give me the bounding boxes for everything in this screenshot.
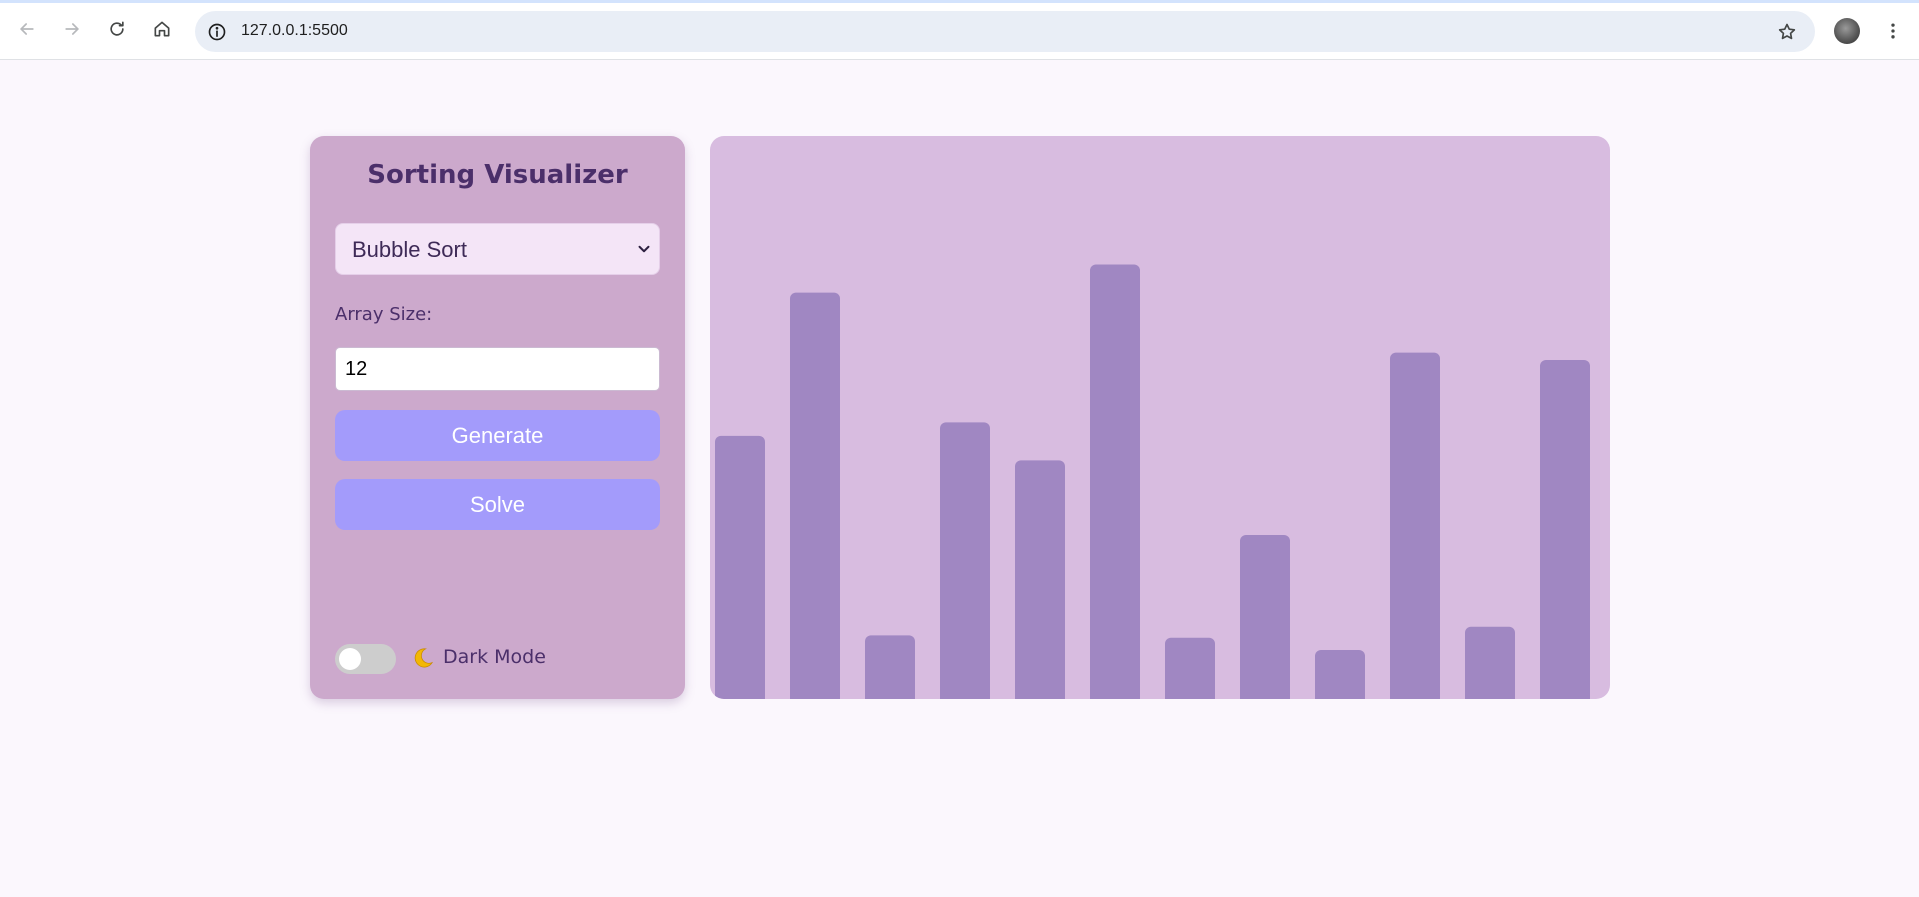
array-bar-4: [940, 422, 990, 699]
array-bar-5: [1015, 460, 1065, 699]
array-bar-1: [715, 435, 765, 699]
chevron-down-icon[interactable]: [635, 240, 653, 258]
home-icon[interactable]: [147, 14, 177, 44]
array-bar-8: [1240, 534, 1290, 699]
bars-chart: [715, 264, 1590, 699]
dark-mode-label: Dark Mode: [443, 646, 546, 668]
address-bar[interactable]: 127.0.0.1:5500: [195, 11, 1815, 52]
profile-avatar[interactable]: [1834, 18, 1860, 44]
array-bar-3: [865, 635, 915, 699]
back-arrow-icon[interactable]: [12, 14, 42, 44]
address-url[interactable]: 127.0.0.1:5500: [241, 22, 348, 40]
generate-button[interactable]: Generate: [335, 410, 660, 461]
toggle-knob[interactable]: [339, 648, 361, 670]
control-panel: Sorting Visualizer Bubble Sort Array Siz…: [310, 136, 685, 699]
algorithm-select[interactable]: Bubble Sort: [335, 223, 660, 275]
crescent-moon-icon: [414, 648, 434, 668]
array-bar-2: [790, 292, 840, 699]
dark-mode-toggle[interactable]: [335, 644, 396, 674]
tab-strip-edge: [0, 0, 1919, 3]
browser-toolbar: 127.0.0.1:5500: [0, 0, 1919, 60]
array-bar-10: [1390, 352, 1440, 699]
page-title: Sorting Visualizer: [367, 160, 628, 190]
algorithm-select-value[interactable]: Bubble Sort: [352, 237, 467, 263]
array-bar-6: [1090, 264, 1140, 699]
bar-visualizer: [710, 136, 1610, 699]
kebab-menu-icon[interactable]: [1880, 16, 1906, 46]
reload-icon[interactable]: [102, 14, 132, 44]
array-bar-12: [1540, 359, 1590, 699]
bookmark-star-icon[interactable]: [1775, 20, 1799, 44]
site-info-icon[interactable]: [205, 20, 229, 44]
array-size-input[interactable]: [335, 347, 660, 391]
array-bar-11: [1465, 626, 1515, 699]
array-bar-9: [1315, 650, 1365, 699]
solve-button[interactable]: Solve: [335, 479, 660, 530]
array-bar-7: [1165, 637, 1215, 699]
array-size-label: Array Size:: [335, 304, 433, 325]
forward-arrow-icon[interactable]: [57, 14, 87, 44]
